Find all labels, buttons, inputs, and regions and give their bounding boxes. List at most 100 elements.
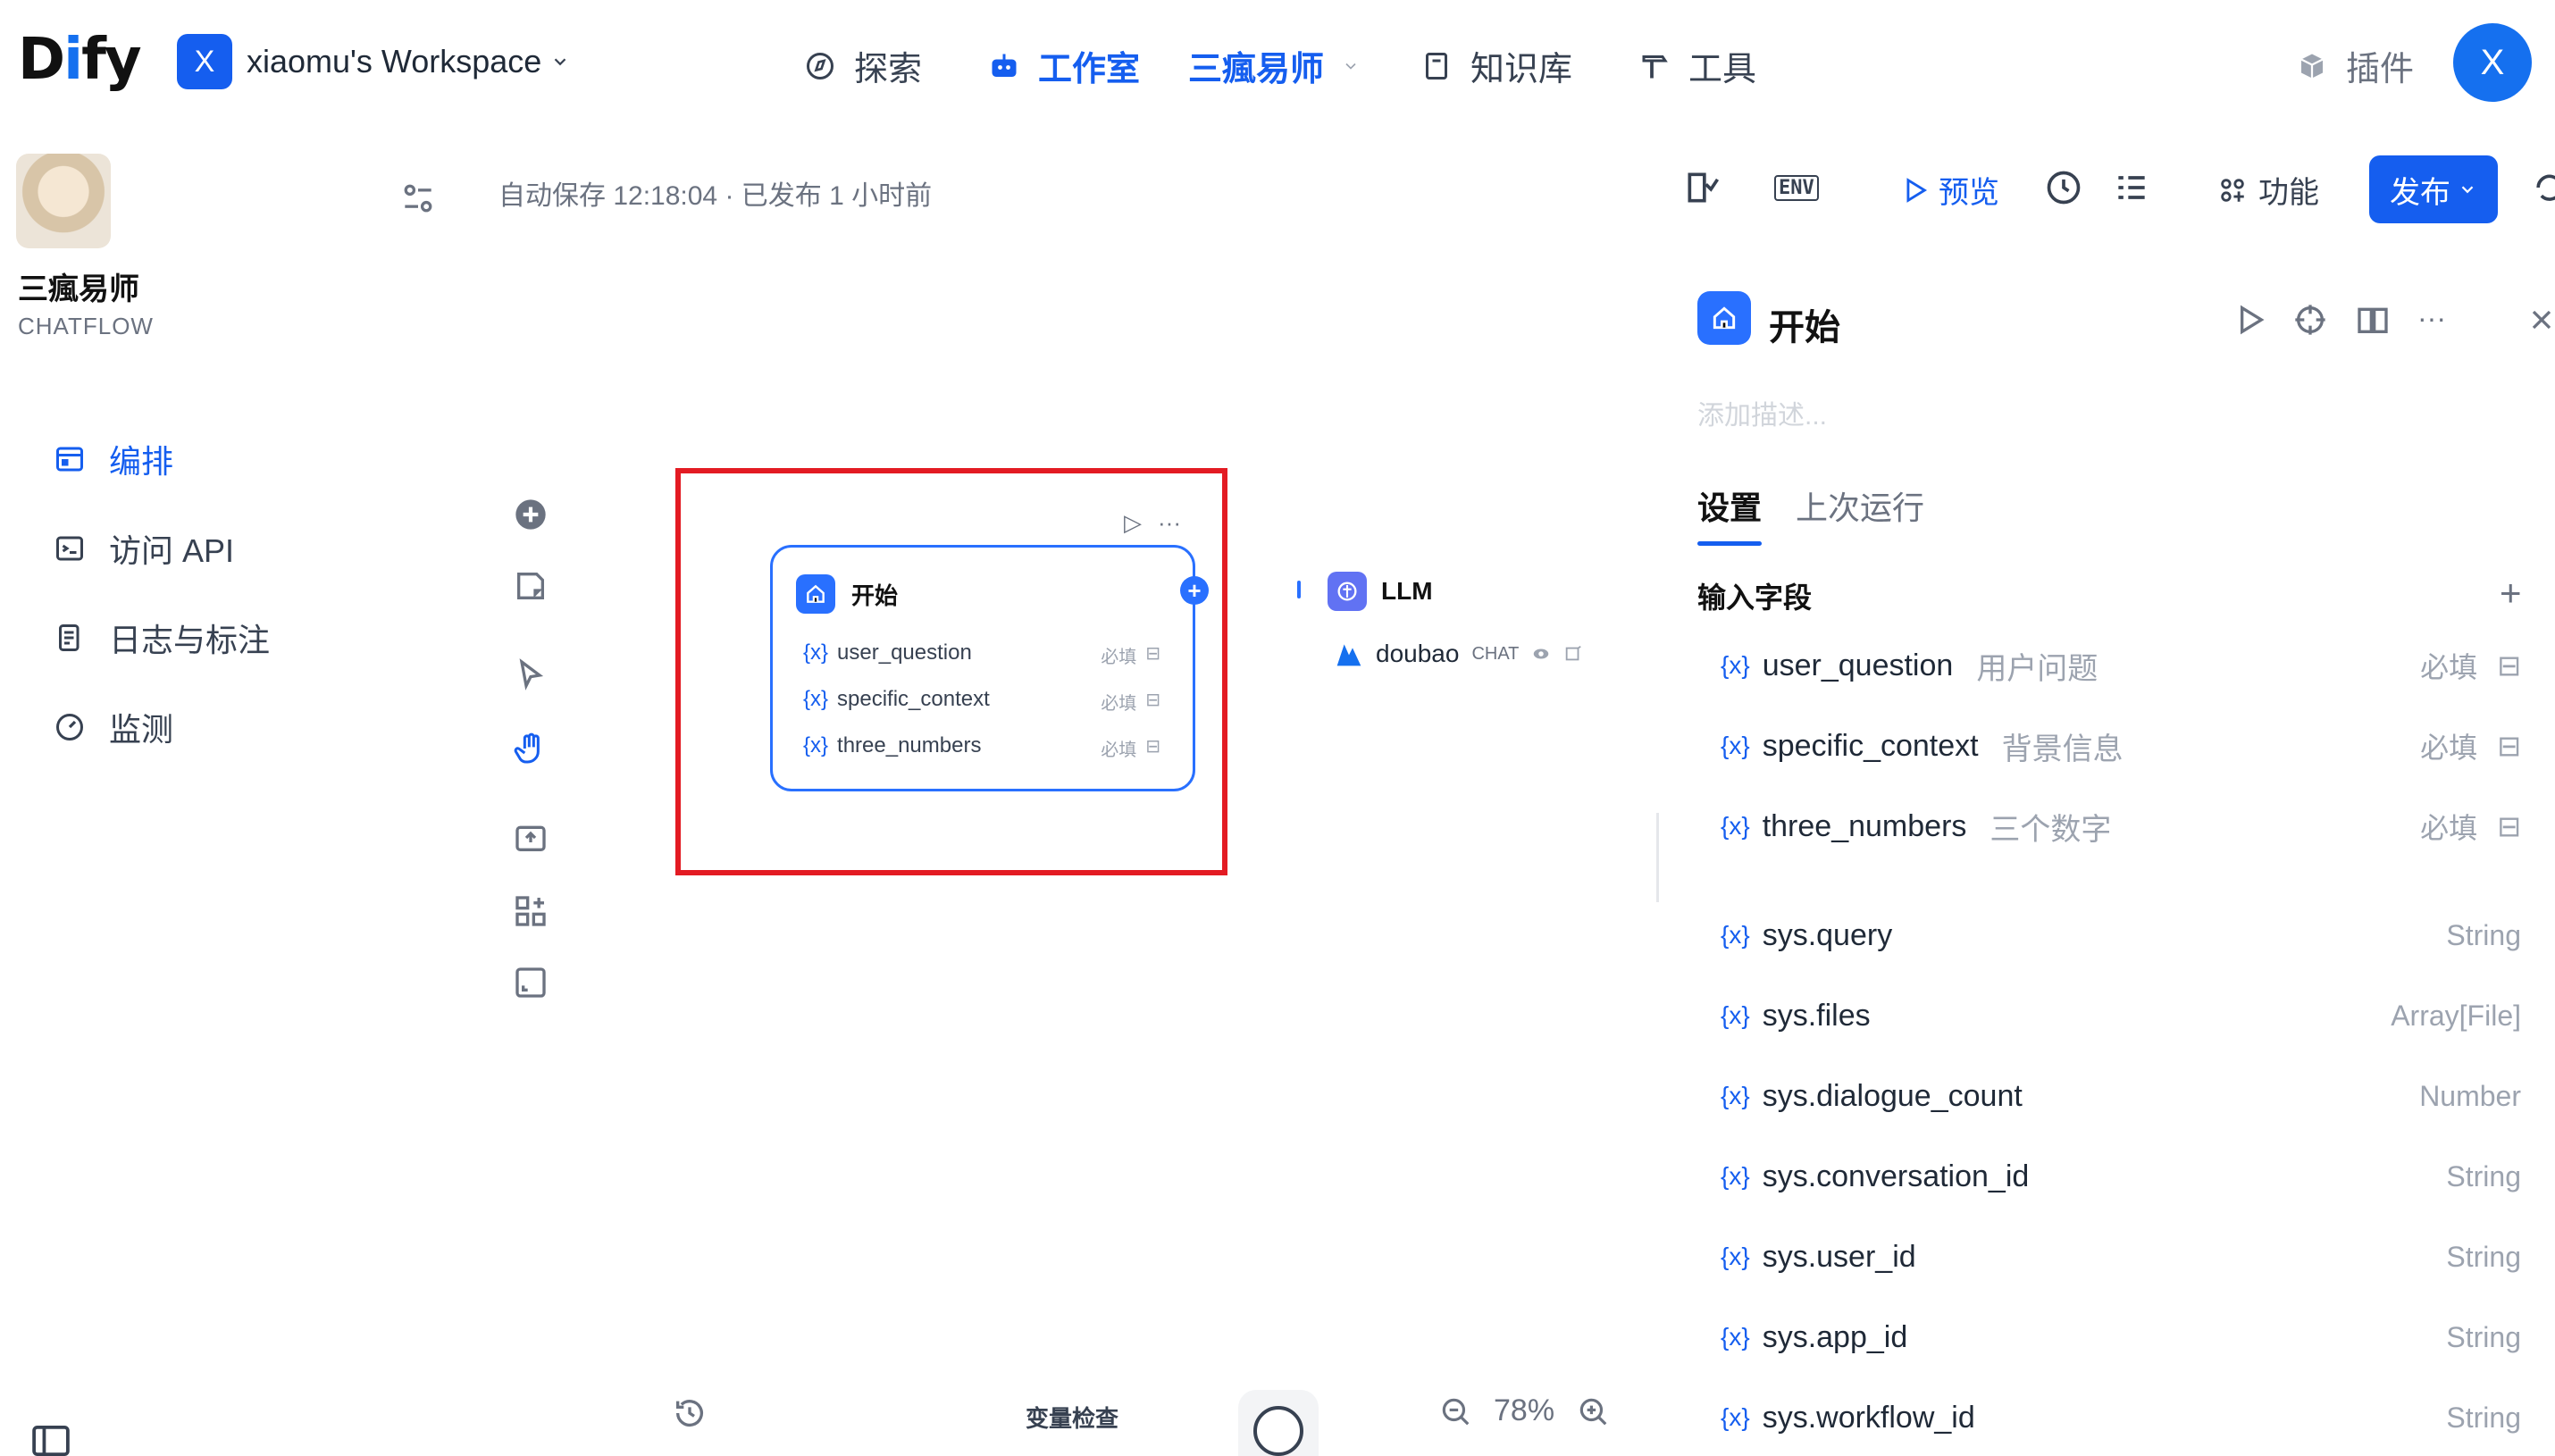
- chat-bubble-avatar[interactable]: [1238, 1390, 1319, 1456]
- home-icon: [1697, 291, 1751, 345]
- sidebar-item-api[interactable]: 访问 API: [54, 525, 234, 572]
- start-var-row: {x} user_question: [803, 640, 972, 665]
- add-node-icon[interactable]: [513, 497, 549, 532]
- description-input[interactable]: 添加描述...: [1697, 393, 1827, 432]
- restore-icon[interactable]: [2530, 168, 2555, 207]
- llm-icon: [1328, 572, 1367, 611]
- zoom-level[interactable]: 78%: [1494, 1393, 1554, 1428]
- settings-icon: [1566, 645, 1582, 661]
- collapse-sidebar-icon[interactable]: [30, 1426, 71, 1456]
- fit-view-icon[interactable]: [513, 965, 549, 1000]
- llm-model[interactable]: doubao CHAT: [1335, 640, 1583, 668]
- sys-var-row: {x} sys.dialogue_count Number: [1721, 1078, 2521, 1113]
- run-step-icon[interactable]: [2232, 302, 2267, 338]
- input-field-row[interactable]: {x} user_question 用户问题 必填 ⊟: [1721, 643, 2521, 688]
- input-fields-heading: 输入字段: [1697, 582, 1813, 614]
- llm-handle[interactable]: [1297, 581, 1301, 598]
- variable-inspect-button[interactable]: 变量检查: [1026, 1401, 1118, 1434]
- eye-icon: [1534, 649, 1549, 659]
- start-var-row: {x} three_numbers: [803, 733, 982, 757]
- run-node-icon[interactable]: ▷: [1124, 509, 1142, 537]
- field-type-icon: ⊟: [2497, 730, 2521, 762]
- field-type-icon: ⊟: [2497, 649, 2521, 682]
- export-image-icon[interactable]: [513, 820, 549, 856]
- node-actions: ▷ ···: [1124, 509, 1181, 537]
- pointer-icon[interactable]: [513, 657, 549, 693]
- sys-var-row: {x} sys.app_id String: [1721, 1319, 2521, 1354]
- llm-node-title[interactable]: LLM: [1381, 577, 1433, 606]
- hand-icon[interactable]: [513, 731, 549, 766]
- sys-var-row: {x} sys.conversation_id String: [1721, 1159, 2521, 1193]
- preview-button[interactable]: 预览: [1899, 168, 1999, 212]
- panel-title[interactable]: 开始: [1769, 298, 1840, 350]
- add-note-icon[interactable]: [513, 568, 549, 604]
- terminal-icon: [56, 536, 83, 561]
- nav-knowledge[interactable]: 知识库: [1420, 41, 1572, 90]
- app-avatar: [16, 154, 111, 248]
- sidebar-item-monitor[interactable]: 监测: [54, 704, 173, 750]
- input-field-row[interactable]: {x} specific_context 背景信息 必填 ⊟: [1721, 724, 2521, 768]
- nav-tools[interactable]: 工具: [1638, 41, 1756, 90]
- add-field-button[interactable]: +: [2500, 572, 2522, 615]
- app-name: 三瘋易师: [18, 272, 139, 306]
- field-type-icon: ⊟: [2497, 810, 2521, 842]
- log-icon: [59, 624, 80, 651]
- chevron-down-icon: [555, 58, 566, 66]
- workspace-switcher[interactable]: xiaomu's Workspace: [247, 43, 570, 80]
- panel-resize-handle[interactable]: [1656, 813, 1659, 902]
- sys-var-row: {x} sys.query String: [1721, 917, 2521, 952]
- publish-button[interactable]: 发布: [2369, 155, 2498, 223]
- sys-var-row: {x} sys.workflow_id String: [1721, 1400, 2521, 1435]
- required-tag: 必填 ⊟: [1101, 690, 1160, 714]
- book-icon: [1426, 52, 1447, 79]
- compass-icon: [807, 52, 834, 79]
- start-node[interactable]: 开始 + {x} user_question 必填 ⊟ {x} specific_co…: [770, 545, 1209, 791]
- hammer-icon: [1642, 54, 1668, 78]
- history-icon[interactable]: [672, 1395, 708, 1431]
- history-run-icon[interactable]: [2044, 168, 2083, 207]
- chevron-down-icon: [1345, 63, 1356, 70]
- workspace-avatar[interactable]: X: [177, 34, 232, 89]
- required-tag: 必填 ⊟: [1101, 644, 1160, 667]
- dify-logo[interactable]: Dify: [18, 27, 142, 93]
- more-icon[interactable]: ···: [1158, 509, 1181, 537]
- input-field-row[interactable]: {x} three_numbers 三个数字 必填 ⊟: [1721, 804, 2521, 849]
- doubao-logo-icon: [1336, 644, 1361, 666]
- gauge-icon: [56, 714, 83, 741]
- zoom-controls: 78%: [1438, 1393, 1610, 1428]
- nav-plugins[interactable]: 插件: [2296, 41, 2414, 90]
- grid-plus-icon: [2221, 178, 2244, 202]
- sidebar-item-orchestrate[interactable]: 编排: [54, 436, 173, 482]
- organize-blocks-icon[interactable]: [513, 893, 549, 929]
- sys-var-row: {x} sys.user_id String: [1721, 1239, 2521, 1274]
- tab-underline: [1697, 541, 1762, 546]
- feature-button[interactable]: 功能: [2217, 168, 2319, 212]
- nav-studio[interactable]: 工作室: [988, 41, 1140, 90]
- nav-app-switcher[interactable]: 三瘋易师: [1188, 41, 1360, 90]
- book-open-icon[interactable]: [2355, 302, 2391, 338]
- required-tag: 必填 ⊟: [1101, 737, 1160, 760]
- crosshair-icon[interactable]: [2292, 302, 2328, 338]
- close-icon[interactable]: [2528, 304, 2555, 336]
- layout-icon: [56, 447, 83, 472]
- zoom-in-icon[interactable]: [1576, 1394, 1610, 1428]
- cube-icon: [2300, 54, 2324, 78]
- home-icon: [796, 574, 835, 614]
- add-next-node-button[interactable]: +: [1180, 576, 1209, 605]
- autosave-status: 自动保存 12:18:04 · 已发布 1 小时前: [498, 181, 933, 211]
- user-avatar[interactable]: X: [2453, 23, 2532, 102]
- sidebar-item-logs[interactable]: 日志与标注: [54, 615, 270, 661]
- start-var-row: {x} specific_context: [803, 687, 990, 711]
- sliders-icon[interactable]: [398, 179, 438, 218]
- list-icon[interactable]: [2112, 168, 2151, 207]
- tab-settings[interactable]: 设置: [1697, 482, 1762, 529]
- zoom-out-icon[interactable]: [1438, 1394, 1472, 1428]
- nav-explore[interactable]: 探索: [804, 41, 922, 90]
- sys-var-row: {x} sys.files Array[File]: [1721, 998, 2521, 1033]
- start-node-title: 开始: [851, 582, 899, 609]
- tab-last-run[interactable]: 上次运行: [1796, 482, 1924, 529]
- workspace-name: xiaomu's Workspace: [247, 43, 542, 79]
- more-icon[interactable]: ···: [2417, 302, 2446, 335]
- env-button[interactable]: ENV: [1774, 175, 1819, 201]
- checklist-icon[interactable]: [1683, 168, 1722, 207]
